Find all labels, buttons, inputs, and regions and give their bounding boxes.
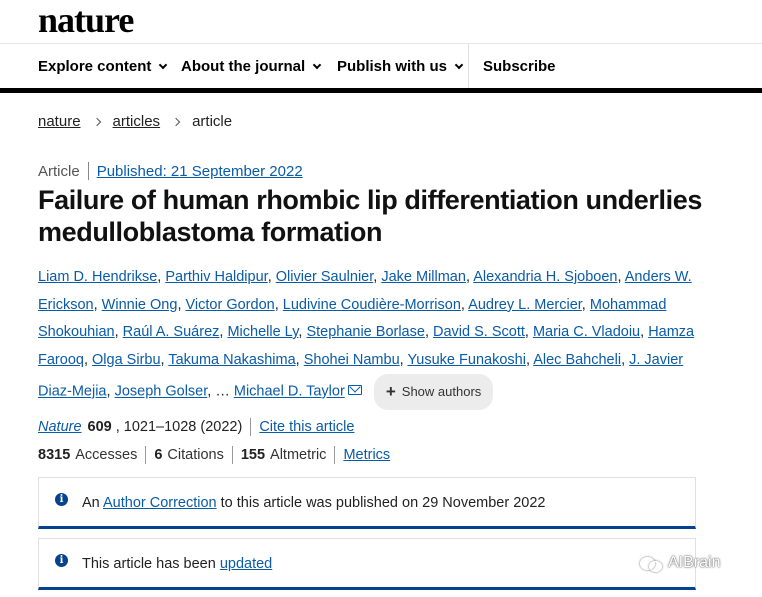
author-link[interactable]: Jake Millman (381, 269, 466, 285)
author-link[interactable]: Audrey L. Mercier (468, 297, 582, 313)
show-authors-button[interactable]: + Show authors (373, 374, 494, 410)
show-authors-label: Show authors (401, 384, 482, 399)
nav-label: Publish with us (337, 58, 448, 75)
main-nav: Explore content About the journal Publis… (0, 44, 762, 93)
author-link[interactable]: Ludivine Coudière-Morrison (283, 297, 461, 313)
watermark: AIBrain (640, 554, 720, 572)
wechat-icon (640, 555, 662, 572)
divider (250, 418, 252, 436)
pages: , 1021–1028 (2022) (115, 419, 243, 435)
author-link[interactable]: Stephanie Borlase (306, 324, 425, 340)
chevron-down-icon (312, 60, 322, 70)
author-link[interactable]: David S. Scott (433, 324, 525, 340)
author-link[interactable]: Raúl A. Suárez (123, 324, 220, 340)
divider (145, 446, 147, 464)
subscribe-link[interactable]: Subscribe (483, 58, 556, 75)
citations-count: 6 (154, 447, 163, 463)
metrics-link[interactable]: Metrics (343, 447, 390, 463)
chevron-right-icon (171, 117, 181, 126)
citations-label: Citations (167, 447, 224, 463)
author-link[interactable]: Alec Bahcheli (533, 352, 621, 368)
nav-publish-with-us[interactable]: Publish with us (337, 58, 464, 75)
cite-this-article-link[interactable]: Cite this article (259, 419, 354, 435)
author-link[interactable]: Liam D. Hendrikse (38, 269, 157, 285)
logo-bar: nature (0, 0, 762, 44)
volume: 609 (87, 419, 112, 435)
author-correction-notice: i An Author Correction to this article w… (38, 477, 696, 529)
author-link[interactable]: Shohei Nambu (304, 352, 400, 368)
nav-explore-content[interactable]: Explore content (38, 58, 168, 75)
nature-logo[interactable]: nature (38, 0, 134, 40)
chevron-right-icon (92, 117, 101, 126)
author-ellipsis: … (215, 383, 230, 400)
author-link[interactable]: Victor Gordon (186, 297, 275, 313)
author-link[interactable]: Alexandria H. Sjoboen (473, 269, 617, 285)
breadcrumb: nature articles article (38, 113, 232, 130)
nav-about-journal[interactable]: About the journal (181, 58, 322, 75)
watermark-text: AIBrain (668, 554, 721, 571)
author-link[interactable]: Olga Sirbu (92, 352, 161, 368)
author-link[interactable]: Yusuke Funakoshi (407, 352, 526, 368)
author-link[interactable]: Winnie Ong (102, 297, 178, 313)
article-updated-notice: i This article has been updated (38, 538, 696, 590)
notice-text: An Author Correction to this article was… (82, 495, 545, 511)
author-link[interactable]: Takuma Nakashima (168, 352, 295, 368)
article-title: Failure of human rhombic lip differentia… (38, 185, 702, 247)
accesses-label: Accesses (75, 447, 138, 463)
article-type: Article (38, 162, 80, 180)
author-link[interactable]: Joseph Golser (115, 384, 208, 400)
nav-label: About the journal (181, 58, 306, 75)
author-correction-link[interactable]: Author Correction (103, 495, 217, 511)
author-list: Liam D. Hendrikse, Parthiv Haldipur, Oli… (38, 264, 698, 410)
published-date[interactable]: Published: 21 September 2022 (97, 163, 303, 180)
notice-prefix: This article has been (82, 556, 216, 572)
journal-link[interactable]: Nature (38, 419, 82, 435)
info-icon: i (55, 493, 68, 506)
altmetric-count: 155 (240, 447, 266, 463)
article-meta: Article Published: 21 September 2022 (38, 162, 303, 180)
nav-label: Explore content (38, 58, 152, 75)
metrics-line: 8315 Accesses 6 Citations 155 Altmetric … (38, 446, 390, 464)
breadcrumb-nature[interactable]: nature (38, 113, 81, 130)
nav-divider (468, 44, 469, 88)
citation-line: Nature 609 , 1021–1028 (2022) Cite this … (38, 418, 354, 436)
divider (231, 446, 233, 464)
chevron-down-icon (159, 60, 168, 70)
plus-icon: + (385, 381, 396, 401)
notice-suffix: to this article was published on 29 Nove… (220, 495, 546, 511)
notice-text: This article has been updated (82, 556, 272, 572)
chevron-down-icon (454, 60, 464, 70)
author-link[interactable]: Michelle Ly (227, 324, 298, 340)
breadcrumb-current: article (192, 113, 233, 130)
mail-icon[interactable] (347, 384, 362, 395)
altmetric-label: Altmetric (270, 447, 327, 463)
divider (87, 162, 89, 180)
accesses-count: 8315 (38, 447, 71, 463)
divider (334, 446, 336, 464)
info-icon: i (55, 554, 68, 567)
notice-prefix: An (82, 495, 100, 511)
corresponding-author-link[interactable]: Michael D. Taylor (234, 384, 345, 400)
updated-link[interactable]: updated (220, 556, 272, 572)
author-link[interactable]: Maria C. Vladoiu (533, 324, 640, 340)
author-link[interactable]: Parthiv Haldipur (165, 269, 267, 285)
author-link[interactable]: Olivier Saulnier (276, 269, 374, 285)
breadcrumb-articles[interactable]: articles (113, 113, 161, 130)
